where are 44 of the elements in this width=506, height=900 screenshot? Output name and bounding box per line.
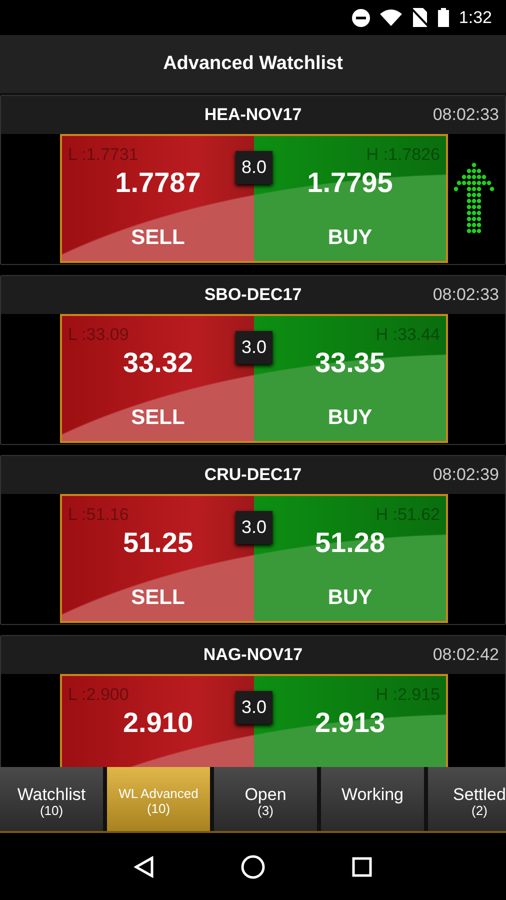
sell-button[interactable]: SELL [131,402,185,433]
ask-price: 51.28 [314,528,386,559]
no-sim-icon [412,8,428,27]
spread-value: 3.0 [235,511,273,544]
spread-value: 8.0 [235,151,273,184]
instrument-symbol: NAG-NOV17 [203,644,303,666]
buy-button[interactable]: BUY [328,582,372,613]
instrument-symbol: CRU-DEC17 [204,464,302,486]
buy-button[interactable]: BUY [328,222,372,253]
ask-price: 1.7795 [307,168,393,199]
sell-button[interactable]: SELL [131,222,185,253]
buy-button[interactable]: BUY [328,402,372,433]
home-icon[interactable] [240,854,265,878]
spread-value: 3.0 [235,691,273,724]
instrument-symbol: SBO-DEC17 [204,284,302,306]
screen-title: Advanced Watchlist [163,52,343,76]
tab[interactable]: Working [321,767,424,831]
bid-price: 33.32 [122,348,194,379]
low-price: L :33.09 [68,324,129,346]
update-time: 08:02:42 [432,644,499,666]
battery-icon [438,8,449,27]
bid-price: 2.910 [122,708,194,739]
do-not-disturb-icon [352,8,370,26]
bid-price: 51.25 [122,528,194,559]
update-time: 08:02:33 [432,104,499,126]
recent-apps-icon[interactable] [352,856,372,876]
sell-button[interactable]: SELL [131,582,185,613]
tab[interactable]: WL Advanced (10) [107,767,210,831]
low-price: L :51.16 [68,504,129,526]
update-time: 08:02:39 [432,464,499,486]
bid-price: 1.7787 [115,168,201,199]
tab[interactable]: Settled (2) [428,767,506,831]
tab[interactable]: Watchlist (10) [0,767,103,831]
spread-value: 3.0 [235,331,273,364]
tab[interactable]: Open (3) [214,767,317,831]
wifi-icon [380,9,402,26]
ask-price: 2.913 [314,708,386,739]
low-price: L :1.7731 [68,144,138,166]
instrument-symbol: HEA-NOV17 [204,104,302,126]
update-time: 08:02:33 [432,284,499,306]
clock-time: 1:32 [458,6,492,29]
low-price: L :2.900 [68,684,129,706]
back-icon[interactable] [134,856,154,878]
ask-price: 33.35 [314,348,386,379]
